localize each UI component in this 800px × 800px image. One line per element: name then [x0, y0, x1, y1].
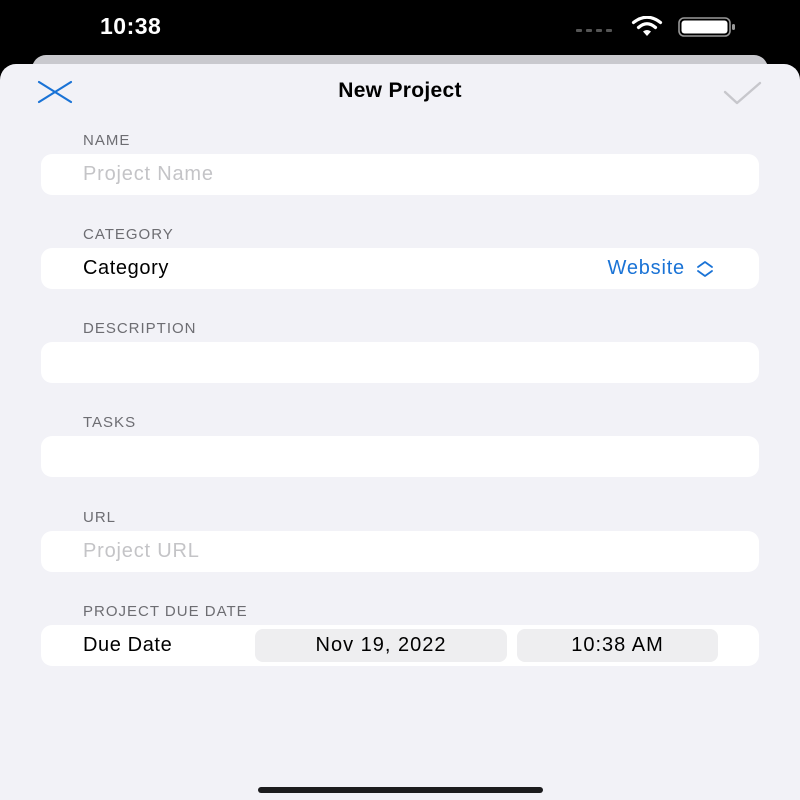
section-label-category: CATEGORY — [83, 226, 174, 243]
due-date-picker[interactable]: Nov 19, 2022 — [255, 629, 507, 662]
category-selected-value: Website — [607, 257, 685, 279]
tasks-input[interactable] — [83, 436, 743, 477]
section-label-tasks: TASKS — [83, 414, 137, 431]
category-picker[interactable]: Website — [608, 257, 716, 280]
section-label-name: NAME — [83, 132, 131, 149]
battery-icon — [678, 17, 735, 37]
due-date-row-label: Due Date — [83, 634, 173, 656]
section-label-due-date: PROJECT DUE DATE — [83, 603, 248, 620]
chevron-up-down-icon — [697, 260, 713, 277]
page-title: New Project — [338, 79, 462, 102]
section-label-url: URL — [83, 509, 117, 526]
tasks-card — [41, 436, 759, 477]
wifi-icon — [631, 16, 663, 36]
description-card — [41, 342, 759, 383]
checkmark-icon[interactable] — [722, 80, 762, 106]
url-card — [41, 531, 759, 572]
project-url-input[interactable] — [83, 531, 743, 572]
status-bar: 10:38 — [0, 0, 800, 56]
section-label-description: DESCRIPTION — [83, 320, 197, 337]
category-row-label: Category — [83, 257, 169, 279]
category-card: Category Website — [41, 248, 759, 289]
name-card — [41, 154, 759, 195]
project-name-input[interactable] — [83, 154, 743, 195]
status-time: 10:38 — [100, 13, 162, 39]
home-indicator — [258, 787, 543, 793]
due-date-card: Due Date Nov 19, 2022 10:38 AM — [41, 625, 759, 666]
description-input[interactable] — [83, 342, 743, 383]
due-time-picker[interactable]: 10:38 AM — [517, 629, 718, 662]
cellular-signal-icon — [576, 29, 612, 32]
